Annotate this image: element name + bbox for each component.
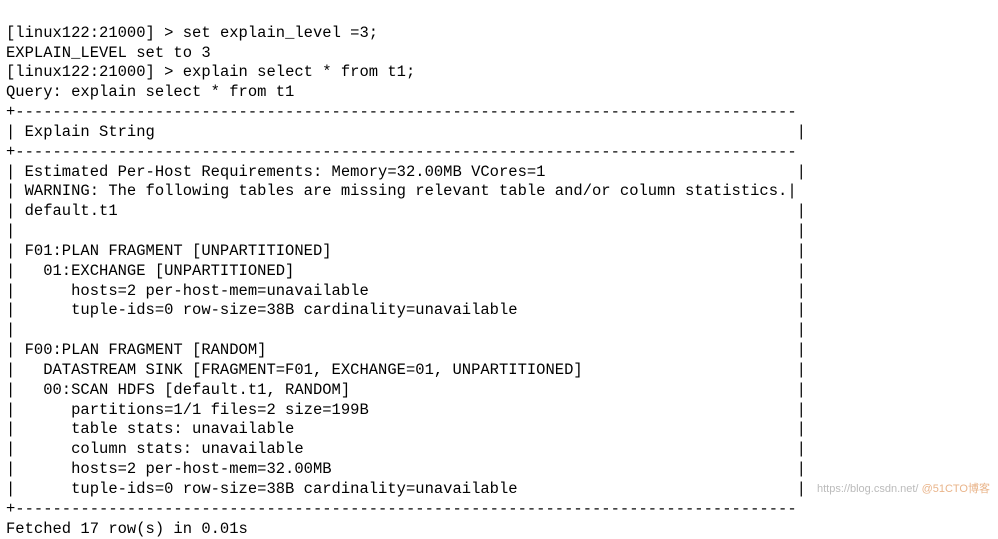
prompt-line-2: [linux122:21000] > explain select * from… [6, 63, 415, 81]
table-divider-bot: +---------------------------------------… [6, 500, 797, 518]
watermark: https://blog.csdn.net/ @51CTO博客 [817, 482, 990, 496]
plan-line-12: | table stats: unavailable | [6, 420, 806, 438]
plan-line-9: | DATASTREAM SINK [FRAGMENT=F01, EXCHANG… [6, 361, 806, 379]
table-divider-mid: +---------------------------------------… [6, 143, 797, 161]
plan-line-1: | Estimated Per-Host Requirements: Memor… [6, 163, 806, 181]
plan-line-3: | default.t1 | [6, 202, 806, 220]
table-divider-top: +---------------------------------------… [6, 103, 797, 121]
plan-line-5: | 01:EXCHANGE [UNPARTITIONED] | [6, 262, 806, 280]
plan-line-11: | partitions=1/1 files=2 size=199B | [6, 401, 806, 419]
plan-line-blank2: | | [6, 321, 806, 339]
prompt-line-1: [linux122:21000] > set explain_level =3; [6, 24, 378, 42]
table-header: | Explain String | [6, 123, 806, 141]
plan-line-15: | tuple-ids=0 row-size=38B cardinality=u… [6, 480, 806, 498]
plan-line-13: | column stats: unavailable | [6, 440, 806, 458]
plan-line-8: | F00:PLAN FRAGMENT [RANDOM] | [6, 341, 806, 359]
plan-line-blank1: | | [6, 222, 806, 240]
plan-line-4: | F01:PLAN FRAGMENT [UNPARTITIONED] | [6, 242, 806, 260]
output-line-2: Query: explain select * from t1 [6, 83, 294, 101]
fetched-line: Fetched 17 row(s) in 0.01s [6, 520, 248, 538]
plan-line-6: | hosts=2 per-host-mem=unavailable | [6, 282, 806, 300]
plan-line-7: | tuple-ids=0 row-size=38B cardinality=u… [6, 301, 806, 319]
output-line-1: EXPLAIN_LEVEL set to 3 [6, 44, 211, 62]
plan-line-14: | hosts=2 per-host-mem=32.00MB | [6, 460, 806, 478]
plan-line-10: | 00:SCAN HDFS [default.t1, RANDOM] | [6, 381, 806, 399]
plan-line-2: | WARNING: The following tables are miss… [6, 182, 797, 200]
